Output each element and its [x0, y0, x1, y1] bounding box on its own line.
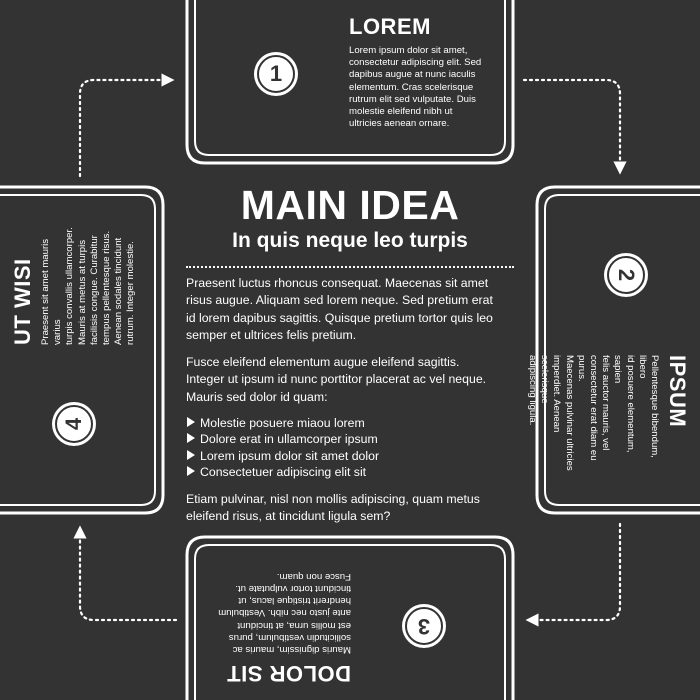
list-item: Consectetuer adipiscing elit sit	[186, 464, 514, 480]
triangle-bullet-icon	[187, 466, 195, 477]
list-item-text: Lorem ipsum dolor sit amet dolor	[200, 448, 380, 463]
paragraph-details: Fusce eleifend elementum augue eleifend …	[186, 355, 487, 404]
step-text-2: Pellentesque bibendum, libero id posuere…	[526, 355, 660, 471]
box-content-4: UT WISI Praesent sit amet mauris varius …	[10, 225, 170, 345]
infographic-canvas: 1 LOREM Lorem ipsum dolor sit amet, cons…	[0, 0, 700, 700]
step-badge-2: 2	[604, 253, 648, 297]
step-title-2: IPSUM	[665, 355, 690, 428]
box-content-2: IPSUM Pellentesque bibendum, libero id p…	[527, 355, 690, 475]
paragraph-closing: Etiam pulvinar, nisl non mollis adipisci…	[186, 491, 480, 523]
paragraph-intro: Praesent luctus rhoncus consequat. Maece…	[186, 276, 493, 342]
arrow-1-to-2	[522, 78, 627, 175]
step-badge-4: 4	[52, 402, 96, 446]
list-item: Dolore erat in ullamcorper ipsum	[186, 431, 514, 447]
step-text-3: Mauris dignissim, mauris ac sollicitudin…	[218, 570, 351, 655]
triangle-bullet-icon	[187, 417, 195, 428]
step-text-4: Praesent sit amet mauris varius turpis c…	[40, 227, 137, 345]
step-number-3: 3	[417, 614, 431, 639]
arrow-4-to-1	[78, 73, 175, 178]
main-subtitle: In quis neque leo turpis	[232, 229, 468, 252]
step-title-3: DOLOR SIT	[226, 661, 351, 686]
dotted-divider	[186, 266, 514, 268]
step-badge-1: 1	[254, 52, 298, 96]
main-title: MAIN IDEA	[240, 182, 460, 228]
step-title-4: UT WISI	[10, 258, 35, 345]
bullet-list: Molestie posuere miaou lorem Dolore erat…	[186, 415, 514, 481]
main-idea-panel: MAIN IDEA In quis neque leo turpis Praes…	[186, 182, 514, 525]
box-content-1: LOREM Lorem ipsum dolor sit amet, consec…	[349, 14, 509, 130]
list-item: Molestie posuere miaou lorem	[186, 415, 514, 431]
step-number-2: 2	[614, 268, 639, 282]
step-number-1: 1	[269, 61, 283, 86]
arrow-2-to-3	[525, 522, 622, 627]
list-item: Lorem ipsum dolor sit amet dolor	[186, 448, 514, 464]
triangle-bullet-icon	[187, 433, 195, 444]
box-content-3: DOLOR SIT Mauris dignissim, mauris ac so…	[191, 566, 351, 686]
triangle-bullet-icon	[187, 449, 195, 460]
list-item-text: Consectetuer adipiscing elit sit	[200, 465, 367, 480]
arrow-3-to-4	[73, 525, 178, 622]
step-badge-3: 3	[402, 604, 446, 648]
step-title-1: LOREM	[349, 14, 431, 39]
step-text-1: Lorem ipsum dolor sit amet, consectetur …	[349, 45, 482, 130]
list-item-text: Molestie posuere miaou lorem	[200, 416, 365, 431]
step-number-4: 4	[61, 417, 86, 431]
list-item-text: Dolore erat in ullamcorper ipsum	[200, 432, 378, 447]
